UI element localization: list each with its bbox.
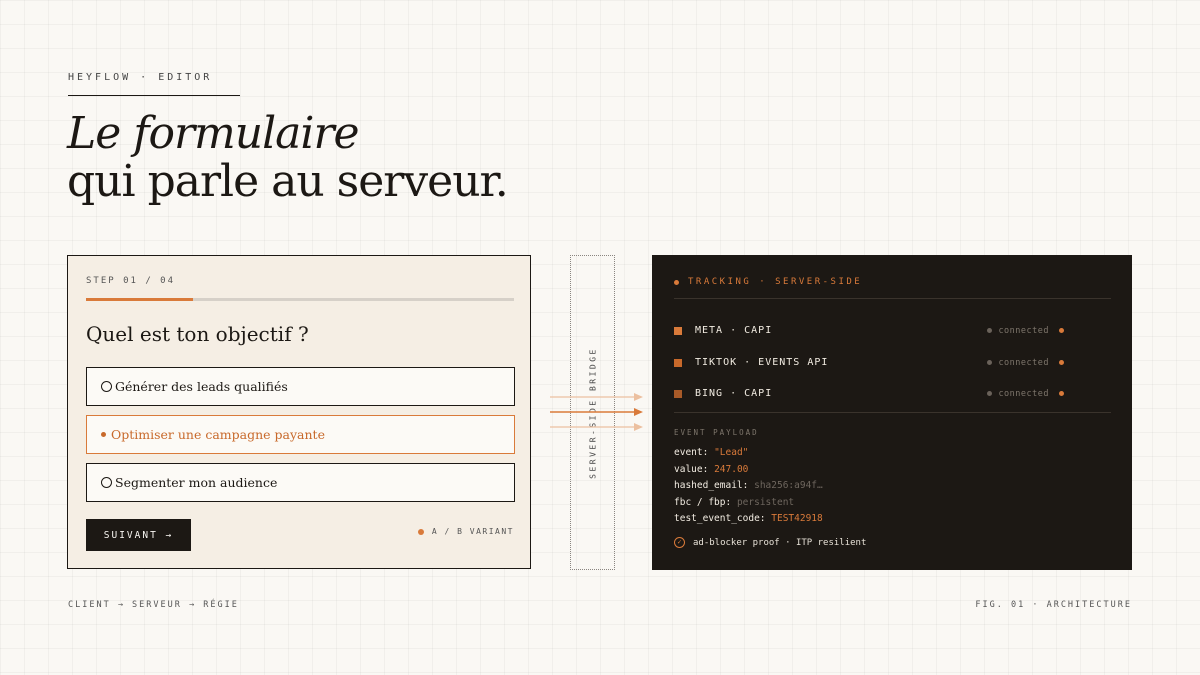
- payload-key: fbc / fbp:: [674, 497, 732, 508]
- payload-value: persistent: [736, 497, 795, 508]
- status-dot-icon: [987, 328, 993, 333]
- payload-value: "Lead": [714, 447, 749, 458]
- payload-row-event: event: "Lead": [674, 447, 748, 458]
- question-title: Quel est ton objectif ?: [86, 322, 309, 346]
- payload-key: test_event_code:: [674, 513, 766, 524]
- progress-track: [86, 298, 514, 301]
- resilience-badge: ✓ ad-blocker proof · ITP resilient: [674, 537, 866, 548]
- variant-label: A / B VARIANT: [431, 527, 514, 536]
- payload-row-value: value: 247.00: [674, 464, 748, 475]
- option-label: Optimiser une campagne payante: [111, 427, 325, 442]
- destination-tiktok[interactable]: TIKTOK · EVENTS API connected: [674, 357, 1064, 368]
- eyebrow-divider: [68, 95, 240, 96]
- page-title: Le formulaire qui parle au serveur.: [67, 108, 509, 207]
- destination-square-icon: [674, 389, 682, 398]
- payload-value: sha256:a94f…: [754, 480, 823, 491]
- footer-flow-caption: CLIENT → SERVEUR → RÉGIE: [68, 600, 239, 610]
- payload-key: hashed_email:: [674, 480, 749, 491]
- status-badge: connected: [987, 389, 1064, 399]
- payload-key: event:: [674, 447, 709, 458]
- destination-name: META · CAPI: [695, 325, 773, 336]
- footer-figure-caption: FIG. 01 · ARCHITECTURE: [975, 600, 1132, 610]
- progress-fill: [86, 298, 193, 301]
- status-text: connected: [998, 325, 1049, 336]
- live-dot-icon: [1059, 360, 1064, 365]
- destination-square-icon: [674, 358, 682, 367]
- destination-name: TIKTOK · EVENTS API: [695, 357, 829, 368]
- payload-value: TEST42918: [771, 513, 823, 524]
- option-generate-leads[interactable]: Générer des leads qualifiés: [86, 367, 515, 406]
- check-circle-icon: ✓: [674, 537, 685, 548]
- radio-checked-icon: [101, 432, 106, 437]
- option-segment-audience[interactable]: Segmenter mon audience: [86, 463, 515, 502]
- app-eyebrow: HEYFLOW · EDITOR: [68, 72, 213, 83]
- ab-variant-badge: A / B VARIANT: [417, 527, 514, 536]
- status-text: connected: [998, 357, 1049, 368]
- page-title-line-1: Le formulaire: [67, 108, 360, 159]
- tracking-divider: [674, 412, 1111, 413]
- variant-dot-icon: [417, 528, 424, 535]
- next-button[interactable]: SUIVANT →: [86, 519, 191, 551]
- step-indicator: STEP 01 / 04: [86, 276, 176, 286]
- status-dot-icon: [987, 360, 993, 365]
- resilience-label: ad-blocker proof · ITP resilient: [693, 537, 867, 548]
- status-dot-icon: [987, 391, 993, 396]
- payload-value: 247.00: [714, 464, 749, 475]
- form-preview-card: STEP 01 / 04 Quel est ton objectif ? Gén…: [67, 255, 531, 569]
- payload-row-test-event-code: test_event_code: TEST42918: [674, 513, 823, 524]
- tracking-panel: TRACKING · SERVER-SIDE META · CAPI conne…: [652, 255, 1132, 570]
- tracking-title: TRACKING · SERVER-SIDE: [674, 277, 862, 287]
- payload-key: value:: [674, 464, 709, 475]
- tracking-dot-icon: [674, 279, 679, 285]
- option-label: Segmenter mon audience: [115, 475, 278, 490]
- tracking-title-label: TRACKING · SERVER-SIDE: [688, 277, 863, 287]
- destination-bing[interactable]: BING · CAPI connected: [674, 388, 1064, 399]
- live-dot-icon: [1059, 328, 1064, 333]
- tracking-divider: [674, 298, 1111, 299]
- destination-meta[interactable]: META · CAPI connected: [674, 325, 1064, 336]
- option-optimize-campaign[interactable]: Optimiser une campagne payante: [86, 415, 515, 454]
- radio-unchecked-icon: [101, 381, 112, 392]
- payload-label: EVENT PAYLOAD: [674, 428, 759, 437]
- destination-square-icon: [674, 326, 682, 335]
- page-title-line-2: qui parle au serveur.: [67, 156, 509, 207]
- status-badge: connected: [987, 358, 1064, 368]
- radio-unchecked-icon: [101, 477, 112, 488]
- status-text: connected: [998, 388, 1049, 399]
- live-dot-icon: [1059, 391, 1064, 396]
- flow-arrows-icon: [550, 393, 643, 431]
- destination-name: BING · CAPI: [695, 388, 773, 399]
- payload-row-fbc-fbp: fbc / fbp: persistent: [674, 497, 794, 508]
- status-badge: connected: [987, 326, 1064, 336]
- payload-row-hashed-email: hashed_email: sha256:a94f…: [674, 480, 823, 491]
- option-label: Générer des leads qualifiés: [115, 379, 288, 394]
